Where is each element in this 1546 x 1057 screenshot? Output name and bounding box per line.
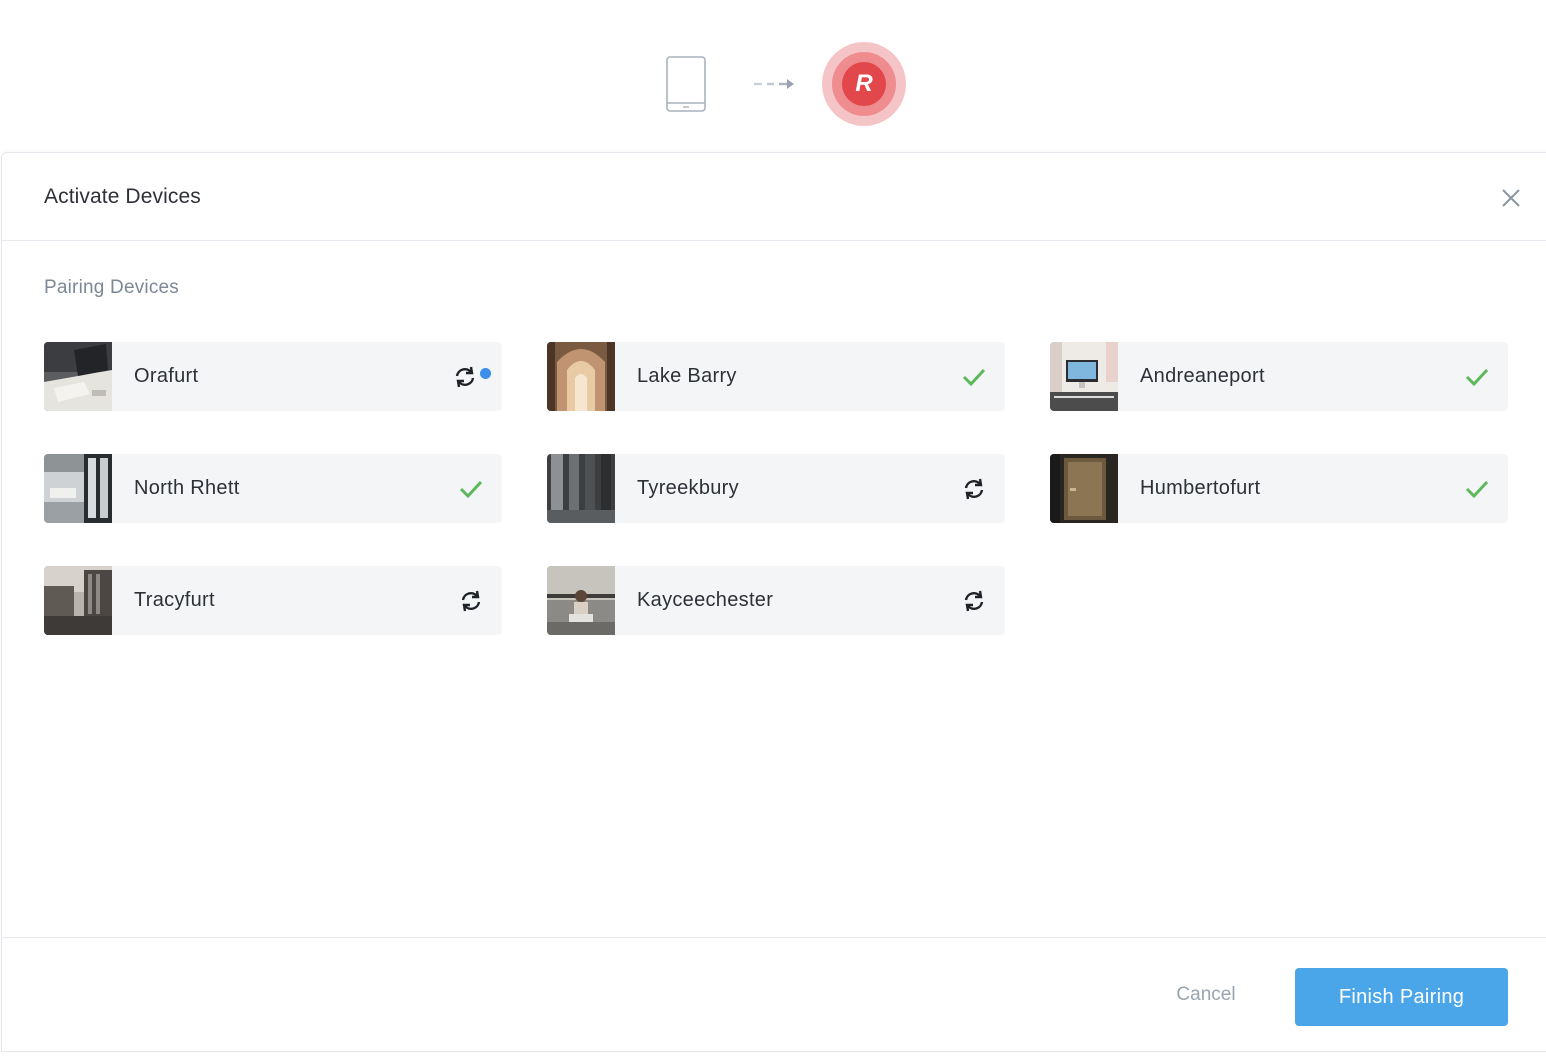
device-thumbnail	[547, 454, 615, 523]
sync-icon	[461, 590, 481, 612]
device-thumbnail	[547, 342, 615, 411]
device-name: Lake Barry	[637, 365, 737, 387]
device-thumbnail	[44, 566, 112, 635]
sync-icon	[964, 478, 984, 500]
device-thumbnail	[44, 342, 112, 411]
modal-header: Activate Devices	[2, 153, 1546, 241]
dashed-arrow-icon	[754, 79, 794, 89]
tablet-icon	[666, 56, 706, 112]
sync-icon	[964, 590, 984, 612]
device-name: Andreaneport	[1140, 365, 1265, 387]
activate-devices-modal: Activate Devices Pairing Devices Orafurt	[1, 152, 1546, 1052]
device-card-tracyfurt[interactable]: Tracyfurt	[44, 566, 502, 635]
check-icon	[459, 480, 483, 499]
pairing-illustration: R	[0, 0, 1546, 152]
finish-pairing-button[interactable]: Finish Pairing	[1295, 968, 1508, 1026]
check-icon	[1465, 368, 1489, 387]
device-card-humbertofurt[interactable]: Humbertofurt	[1050, 454, 1508, 523]
device-thumbnail	[547, 566, 615, 635]
device-card-north-rhett[interactable]: North Rhett	[44, 454, 502, 523]
device-thumbnail	[44, 454, 112, 523]
device-card-andreaneport[interactable]: Andreaneport	[1050, 342, 1508, 411]
brand-logo: R	[822, 42, 906, 126]
device-name: Orafurt	[134, 365, 199, 387]
device-name: Kayceechester	[637, 589, 774, 611]
device-thumbnail	[1050, 454, 1118, 523]
device-name: North Rhett	[134, 477, 240, 499]
device-card-tyreekbury[interactable]: Tyreekbury	[547, 454, 1005, 523]
device-name: Humbertofurt	[1140, 477, 1261, 499]
sync-icon	[455, 366, 475, 388]
device-card-kayceechester[interactable]: Kayceechester	[547, 566, 1005, 635]
check-icon	[962, 368, 986, 387]
modal-footer: Cancel Finish Pairing	[2, 937, 1546, 1057]
device-card-lake-barry[interactable]: Lake Barry	[547, 342, 1005, 411]
device-card-orafurt[interactable]: Orafurt	[44, 342, 502, 411]
close-icon[interactable]	[1498, 185, 1524, 211]
modal-title: Activate Devices	[44, 185, 201, 208]
device-thumbnail	[1050, 342, 1118, 411]
section-label: Pairing Devices	[44, 277, 179, 298]
cancel-button[interactable]: Cancel	[1152, 968, 1260, 1022]
check-icon	[1465, 480, 1489, 499]
device-name: Tyreekbury	[637, 477, 739, 499]
device-name: Tracyfurt	[134, 589, 215, 611]
new-indicator-dot	[480, 368, 491, 379]
brand-logo-letter: R	[842, 62, 886, 106]
